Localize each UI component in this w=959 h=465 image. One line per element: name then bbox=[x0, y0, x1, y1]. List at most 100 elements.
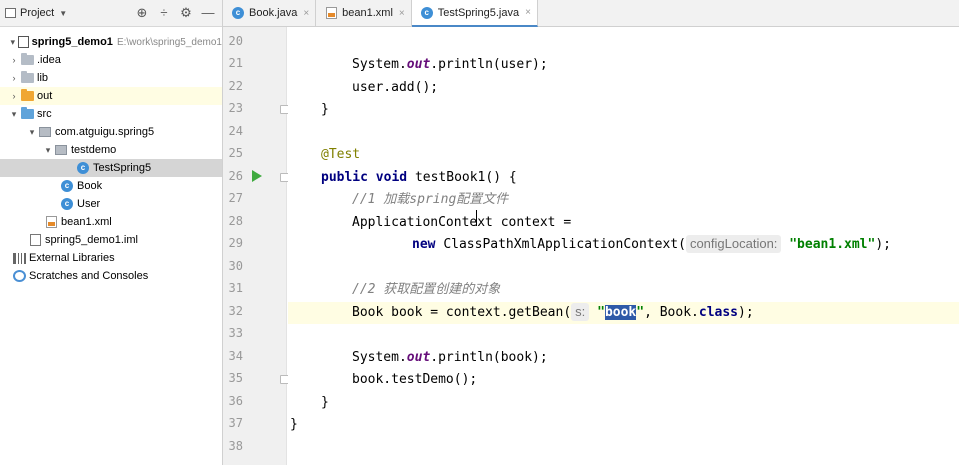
tree-item-src[interactable]: ▾ src bbox=[0, 105, 222, 123]
tab-book-java[interactable]: c Book.java × bbox=[223, 0, 317, 26]
mouse-ibeam-cursor bbox=[476, 210, 477, 226]
tree-item-bean1-xml[interactable]: bean1.xml bbox=[0, 213, 222, 231]
folder-orange-icon bbox=[20, 89, 34, 102]
close-icon[interactable]: × bbox=[525, 7, 531, 18]
project-panel-header: Project ▼ ⊕ ÷ ⚙ — bbox=[0, 0, 222, 27]
gear-icon[interactable]: ⚙ bbox=[178, 5, 194, 21]
tree-item-label: .idea bbox=[37, 54, 61, 66]
parameter-hint: s: bbox=[571, 303, 590, 321]
class-icon: c bbox=[231, 7, 245, 19]
line-number: 26 bbox=[228, 169, 243, 183]
tab-label: Book.java bbox=[249, 7, 298, 19]
class-icon: c bbox=[76, 162, 90, 174]
libraries-icon bbox=[12, 252, 26, 264]
chevron-right-icon[interactable]: › bbox=[8, 55, 20, 65]
package-icon bbox=[38, 126, 52, 138]
chevron-down-icon[interactable]: ▾ bbox=[26, 127, 38, 138]
project-view-selector[interactable]: Project bbox=[20, 7, 54, 19]
tree-item-scratches[interactable]: Scratches and Consoles bbox=[0, 267, 222, 285]
editor-gutter[interactable]: 20 21 22 23 24 25 26 27 28 29 30 31 32 3… bbox=[223, 27, 289, 465]
chevron-down-icon[interactable]: ▼ bbox=[59, 9, 67, 18]
code-line-36: } bbox=[321, 395, 329, 410]
tree-item-out[interactable]: › out bbox=[0, 87, 222, 105]
line-number: 31 bbox=[228, 281, 243, 295]
tab-testspring5-java[interactable]: c TestSpring5.java × bbox=[411, 0, 538, 27]
code-line-31: //2 获取配置创建的对象 bbox=[352, 282, 501, 297]
code-line-32: Book book = context.getBean(s: "book", B… bbox=[352, 303, 754, 321]
project-view-icon bbox=[5, 8, 16, 18]
line-number: 24 bbox=[228, 124, 243, 138]
line-number: 27 bbox=[228, 191, 243, 205]
folder-icon bbox=[20, 71, 34, 84]
class-icon: c bbox=[420, 6, 434, 19]
line-number: 36 bbox=[228, 394, 243, 408]
tree-item-testdemo[interactable]: ▾ testdemo bbox=[0, 141, 222, 159]
tree-item-user[interactable]: c User bbox=[0, 195, 222, 213]
line-number: 30 bbox=[228, 259, 243, 273]
code-line-35: book.testDemo(); bbox=[352, 372, 478, 387]
line-number: 29 bbox=[228, 236, 243, 250]
code-editor[interactable]: System.out.println(user); user.add(); } … bbox=[288, 27, 959, 465]
folder-icon bbox=[20, 53, 34, 66]
chevron-right-icon[interactable]: › bbox=[8, 73, 20, 83]
line-number: 23 bbox=[228, 101, 243, 115]
source-folder-icon bbox=[20, 107, 34, 120]
tree-item-label: TestSpring5 bbox=[93, 162, 152, 174]
chevron-right-icon[interactable]: › bbox=[8, 91, 20, 101]
line-number: 34 bbox=[228, 349, 243, 363]
tree-item-label: bean1.xml bbox=[61, 216, 112, 228]
tab-bean1-xml[interactable]: bean1.xml × bbox=[316, 0, 412, 26]
tree-item-iml[interactable]: spring5_demo1.iml bbox=[0, 231, 222, 249]
line-number: 28 bbox=[228, 214, 243, 228]
tree-item-label: testdemo bbox=[71, 144, 117, 156]
locate-icon[interactable]: ⊕ bbox=[134, 5, 150, 21]
chevron-down-icon[interactable]: ▾ bbox=[8, 109, 20, 120]
tree-item-label: External Libraries bbox=[29, 252, 115, 264]
code-line-23: } bbox=[321, 102, 329, 117]
project-panel: Project ▼ ⊕ ÷ ⚙ — ▾ spring5_demo1 E:\wor… bbox=[0, 0, 223, 465]
line-number: 35 bbox=[228, 371, 243, 385]
tree-item-package-root[interactable]: ▾ com.atguigu.spring5 bbox=[0, 123, 222, 141]
code-line-34: System.out.println(book); bbox=[352, 350, 548, 365]
tree-item-module[interactable]: ▾ spring5_demo1 E:\work\spring5_demo1 bbox=[0, 33, 222, 51]
hide-icon[interactable]: — bbox=[200, 5, 216, 21]
tree-item-path: E:\work\spring5_demo1 bbox=[116, 36, 222, 48]
tree-item-idea[interactable]: › .idea bbox=[0, 51, 222, 69]
xml-file-icon bbox=[44, 216, 58, 228]
tree-item-lib[interactable]: › lib bbox=[0, 69, 222, 87]
class-icon: c bbox=[60, 198, 74, 210]
line-number: 20 bbox=[228, 34, 243, 48]
collapse-all-icon[interactable]: ÷ bbox=[156, 5, 172, 21]
chevron-down-icon[interactable]: ▾ bbox=[42, 145, 54, 156]
close-icon[interactable]: × bbox=[303, 8, 309, 19]
tree-item-label: Book bbox=[77, 180, 103, 192]
code-line-29: new ClassPathXmlApplicationContext(confi… bbox=[412, 235, 891, 253]
line-number: 21 bbox=[228, 56, 243, 70]
tree-item-label: spring5_demo1.iml bbox=[45, 234, 138, 246]
line-number: 32 bbox=[228, 304, 243, 318]
tree-item-label: out bbox=[37, 90, 53, 102]
module-icon bbox=[17, 36, 29, 48]
run-test-icon[interactable] bbox=[252, 170, 262, 182]
code-line-22: user.add(); bbox=[352, 80, 439, 95]
package-icon bbox=[54, 144, 68, 156]
code-line-27: //1 加载spring配置文件 bbox=[352, 192, 509, 207]
tree-item-testspring5[interactable]: c TestSpring5 bbox=[0, 159, 222, 177]
code-line-37: } bbox=[290, 417, 298, 432]
tree-item-label: User bbox=[77, 198, 101, 210]
tree-item-label: lib bbox=[37, 72, 49, 84]
scratches-icon bbox=[12, 270, 26, 282]
line-number: 38 bbox=[228, 439, 243, 453]
chevron-down-icon[interactable]: ▾ bbox=[8, 37, 18, 48]
parameter-hint: configLocation: bbox=[685, 235, 782, 253]
class-icon: c bbox=[60, 180, 74, 192]
tree-item-external-libraries[interactable]: External Libraries bbox=[0, 249, 222, 267]
code-line-28: ApplicationContext context = bbox=[352, 215, 572, 230]
tab-label: TestSpring5.java bbox=[437, 6, 520, 19]
code-line-21: System.out.println(user); bbox=[352, 57, 548, 72]
close-icon[interactable]: × bbox=[399, 8, 405, 19]
tree-item-book[interactable]: c Book bbox=[0, 177, 222, 195]
tree-item-label: src bbox=[37, 108, 52, 120]
tab-label: bean1.xml bbox=[342, 7, 393, 19]
line-number: 37 bbox=[228, 416, 243, 430]
